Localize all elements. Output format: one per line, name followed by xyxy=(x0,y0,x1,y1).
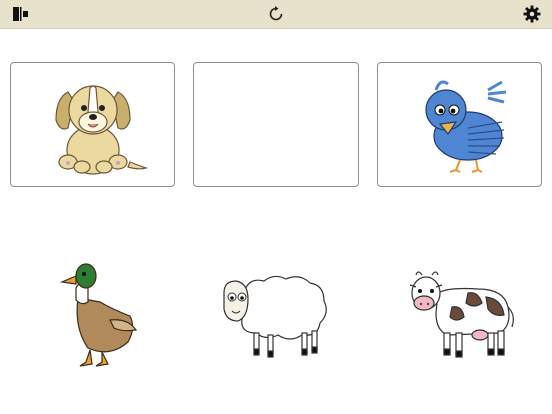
target-card-dog[interactable] xyxy=(10,62,175,187)
exit-button[interactable] xyxy=(9,3,31,25)
cow-icon xyxy=(409,270,514,358)
exit-icon xyxy=(13,7,28,21)
reload-icon xyxy=(269,6,283,21)
choice-cow[interactable] xyxy=(405,255,520,370)
duck-icon xyxy=(59,262,138,367)
top-toolbar xyxy=(0,0,552,29)
choice-duck[interactable] xyxy=(40,255,150,370)
reload-button[interactable] xyxy=(265,3,287,25)
choice-sheep[interactable] xyxy=(211,255,336,370)
dog-icon xyxy=(54,84,148,175)
sheep-icon xyxy=(222,275,327,358)
settings-button[interactable] xyxy=(521,3,543,25)
target-card-empty[interactable] xyxy=(193,62,359,187)
target-card-bird[interactable] xyxy=(377,62,542,187)
gear-icon xyxy=(523,5,541,23)
bird-icon xyxy=(424,80,506,173)
